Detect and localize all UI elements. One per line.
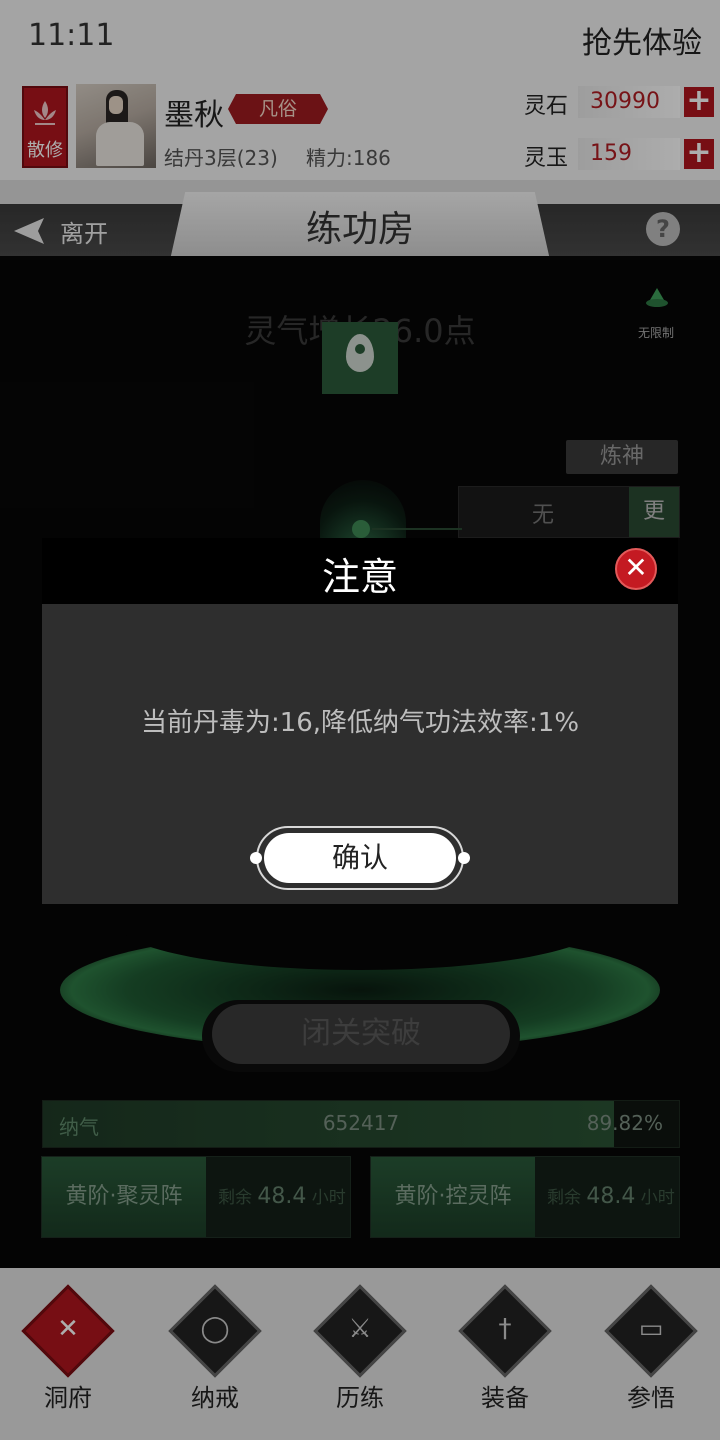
close-icon[interactable]: ✕	[615, 548, 657, 590]
dialog-title: 注意	[321, 555, 398, 599]
confirm-button[interactable]: 确认	[264, 833, 456, 883]
dialog-message: 当前丹毒为:16,降低纳气功法效率:1%	[140, 708, 580, 738]
frame-dot-left	[250, 852, 262, 864]
frame-dot-right	[458, 852, 470, 864]
